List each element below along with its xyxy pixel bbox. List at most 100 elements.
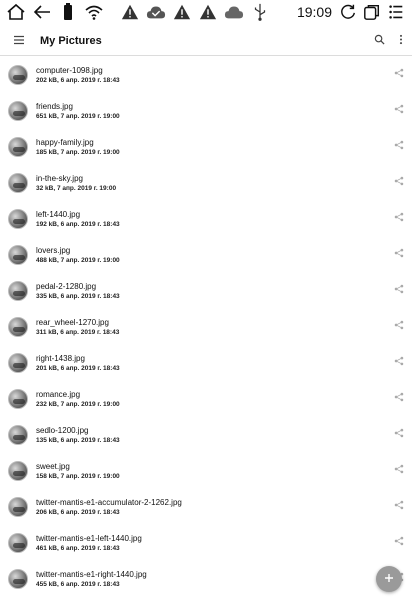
share-icon — [394, 497, 404, 515]
file-meta: twitter-mantis-e1-right-1440.jpg 455 kB,… — [36, 569, 147, 589]
file-name: sedlo-1200.jpg — [36, 426, 89, 435]
share-button[interactable] — [392, 427, 406, 441]
list-item[interactable]: lovers.jpg 488 kB, 7 апр. 2019 г. 19:00 — [0, 237, 412, 273]
image-thumbnail — [8, 425, 28, 445]
file-name: lovers.jpg — [36, 246, 71, 255]
file-info: 192 kB, 6 апр. 2019 г. 18:43 — [36, 221, 120, 228]
search-button[interactable] — [368, 26, 390, 56]
more-vertical-icon — [399, 32, 403, 50]
add-icon — [384, 570, 394, 588]
share-button[interactable] — [392, 247, 406, 261]
image-thumbnail — [8, 173, 28, 193]
image-thumbnail — [8, 209, 28, 229]
share-icon — [394, 425, 404, 443]
share-icon — [394, 461, 404, 479]
refresh-icon[interactable] — [338, 2, 358, 22]
share-button[interactable] — [392, 535, 406, 549]
file-name: twitter-mantis-e1-left-1440.jpg — [36, 534, 142, 543]
hamburger-icon — [13, 32, 25, 50]
file-info: 185 kB, 7 апр. 2019 г. 19:00 — [36, 149, 120, 156]
cloud-check-icon — [146, 2, 166, 22]
image-thumbnail — [8, 497, 28, 517]
share-icon — [394, 533, 404, 551]
list-item[interactable]: friends.jpg 651 kB, 7 апр. 2019 г. 19:00 — [0, 93, 412, 129]
share-button[interactable] — [392, 175, 406, 189]
search-icon — [374, 32, 385, 50]
file-info: 311 kB, 6 апр. 2019 г. 18:43 — [36, 329, 120, 336]
warning-icon — [120, 2, 140, 22]
file-info: 135 kB, 6 апр. 2019 г. 18:43 — [36, 437, 120, 444]
share-button[interactable] — [392, 355, 406, 369]
file-name: friends.jpg — [36, 102, 73, 111]
list-item[interactable]: twitter-mantis-e1-accumulator-2-1262.jpg… — [0, 489, 412, 525]
list-item[interactable]: twitter-mantis-e1-left-1440.jpg 461 kB, … — [0, 525, 412, 561]
file-meta: happy-family.jpg 185 kB, 7 апр. 2019 г. … — [36, 137, 120, 157]
share-button[interactable] — [392, 319, 406, 333]
clock: 19:09 — [296, 4, 332, 20]
list-item[interactable]: sweet.jpg 158 kB, 7 апр. 2019 г. 19:00 — [0, 453, 412, 489]
list-item[interactable]: right-1438.jpg 201 kB, 6 апр. 2019 г. 18… — [0, 345, 412, 381]
file-meta: rear_wheel-1270.jpg 311 kB, 6 апр. 2019 … — [36, 317, 119, 337]
file-meta: in-the-sky.jpg 32 kB, 7 апр. 2019 г. 19:… — [36, 173, 116, 193]
file-meta: lovers.jpg 488 kB, 7 апр. 2019 г. 19:00 — [36, 245, 120, 265]
share-button[interactable] — [392, 283, 406, 297]
share-button[interactable] — [392, 103, 406, 117]
file-info: 461 kB, 6 апр. 2019 г. 18:43 — [36, 545, 120, 552]
file-meta: twitter-mantis-e1-left-1440.jpg 461 kB, … — [36, 533, 142, 553]
list-item[interactable]: romance.jpg 232 kB, 7 апр. 2019 г. 19:00 — [0, 381, 412, 417]
file-name: twitter-mantis-e1-right-1440.jpg — [36, 570, 147, 579]
window-icon[interactable] — [362, 2, 382, 22]
share-button[interactable] — [392, 211, 406, 225]
file-meta: computer-1098.jpg 202 kB, 6 апр. 2019 г.… — [36, 65, 120, 85]
page-title: My Pictures — [40, 34, 102, 47]
file-name: right-1438.jpg — [36, 354, 85, 363]
share-button[interactable] — [392, 67, 406, 81]
share-button[interactable] — [392, 499, 406, 513]
list-item[interactable]: pedal-2-1280.jpg 335 kB, 6 апр. 2019 г. … — [0, 273, 412, 309]
file-info: 32 kB, 7 апр. 2019 г. 19:00 — [36, 185, 117, 192]
file-meta: left-1440.jpg 192 kB, 6 апр. 2019 г. 18:… — [36, 209, 120, 229]
list-item[interactable]: sedlo-1200.jpg 135 kB, 6 апр. 2019 г. 18… — [0, 417, 412, 453]
menu-lines-icon[interactable] — [386, 2, 406, 22]
share-icon — [394, 173, 404, 191]
file-list: computer-1098.jpg 202 kB, 6 апр. 2019 г.… — [0, 57, 412, 597]
file-meta: romance.jpg 232 kB, 7 апр. 2019 г. 19:00 — [36, 389, 120, 409]
file-info: 651 kB, 7 апр. 2019 г. 19:00 — [36, 113, 120, 120]
list-item[interactable]: left-1440.jpg 192 kB, 6 апр. 2019 г. 18:… — [0, 201, 412, 237]
image-thumbnail — [8, 533, 28, 553]
cloud-icon — [224, 2, 244, 22]
file-name: left-1440.jpg — [36, 210, 81, 219]
share-icon — [394, 209, 404, 227]
app-bar: My Pictures — [0, 26, 412, 56]
file-info: 206 kB, 6 апр. 2019 г. 18:43 — [36, 509, 120, 516]
file-info: 202 kB, 6 апр. 2019 г. 18:43 — [36, 77, 120, 84]
file-name: happy-family.jpg — [36, 138, 94, 147]
share-button[interactable] — [392, 139, 406, 153]
image-thumbnail — [8, 281, 28, 301]
image-thumbnail — [8, 569, 28, 589]
file-name: sweet.jpg — [36, 462, 70, 471]
share-icon — [394, 101, 404, 119]
share-button[interactable] — [392, 391, 406, 405]
file-name: twitter-mantis-e1-accumulator-2-1262.jpg — [36, 498, 182, 507]
list-item[interactable]: computer-1098.jpg 202 kB, 6 апр. 2019 г.… — [0, 57, 412, 93]
image-thumbnail — [8, 389, 28, 409]
more-options-button[interactable] — [390, 26, 412, 56]
list-item[interactable]: rear_wheel-1270.jpg 311 kB, 6 апр. 2019 … — [0, 309, 412, 345]
file-meta: friends.jpg 651 kB, 7 апр. 2019 г. 19:00 — [36, 101, 120, 121]
battery-icon — [58, 2, 78, 22]
home-icon[interactable] — [6, 2, 26, 22]
image-thumbnail — [8, 353, 28, 373]
list-item[interactable]: happy-family.jpg 185 kB, 7 апр. 2019 г. … — [0, 129, 412, 165]
hamburger-menu-button[interactable] — [2, 26, 36, 56]
add-fab-button[interactable] — [376, 566, 402, 592]
share-icon — [394, 65, 404, 83]
image-thumbnail — [8, 461, 28, 481]
share-icon — [394, 353, 404, 371]
list-item[interactable]: twitter-mantis-e1-right-1440.jpg 455 kB,… — [0, 561, 412, 597]
usb-icon — [250, 2, 270, 22]
back-arrow-icon[interactable] — [32, 2, 52, 22]
share-button[interactable] — [392, 463, 406, 477]
file-name: romance.jpg — [36, 390, 81, 399]
list-item[interactable]: in-the-sky.jpg 32 kB, 7 апр. 2019 г. 19:… — [0, 165, 412, 201]
